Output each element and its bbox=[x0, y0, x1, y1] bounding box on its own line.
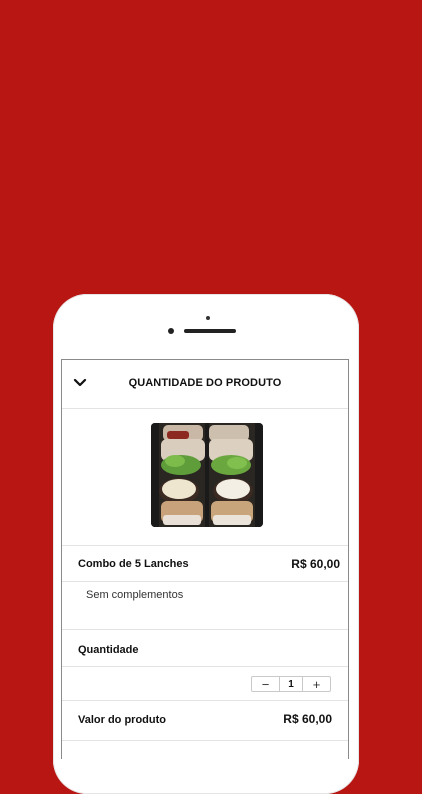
quantity-stepper: − 1 + bbox=[251, 676, 331, 692]
total-price: R$ 60,00 bbox=[283, 712, 332, 726]
product-image-section bbox=[62, 409, 348, 546]
decrement-button[interactable]: − bbox=[252, 677, 279, 692]
increment-button[interactable]: + bbox=[303, 677, 330, 692]
earpiece-speaker bbox=[184, 329, 236, 333]
proximity-sensor bbox=[206, 316, 210, 320]
product-info-row: Combo de 5 Lanches R$ 60,00 bbox=[62, 546, 348, 582]
front-camera bbox=[168, 328, 174, 334]
complements-text: Sem complementos bbox=[86, 589, 184, 601]
app-screen: QUANTIDADE DO PRODUTO Combo de 5 Lanches… bbox=[61, 359, 349, 759]
total-label: Valor do produto bbox=[78, 714, 166, 726]
quantity-value: 1 bbox=[279, 677, 303, 691]
modal-header: QUANTIDADE DO PRODUTO bbox=[62, 360, 348, 409]
quantity-row: Quantidade bbox=[62, 630, 348, 667]
page-title: QUANTIDADE DO PRODUTO bbox=[128, 377, 282, 389]
product-photo bbox=[151, 423, 263, 527]
product-name: Combo de 5 Lanches bbox=[78, 558, 189, 570]
quantity-stepper-row: − 1 + bbox=[62, 667, 348, 701]
product-price: R$ 60,00 bbox=[291, 557, 340, 571]
total-row: Valor do produto R$ 60,00 bbox=[62, 701, 348, 741]
complements-row: Sem complementos bbox=[62, 582, 348, 630]
quantity-label: Quantidade bbox=[78, 644, 139, 656]
